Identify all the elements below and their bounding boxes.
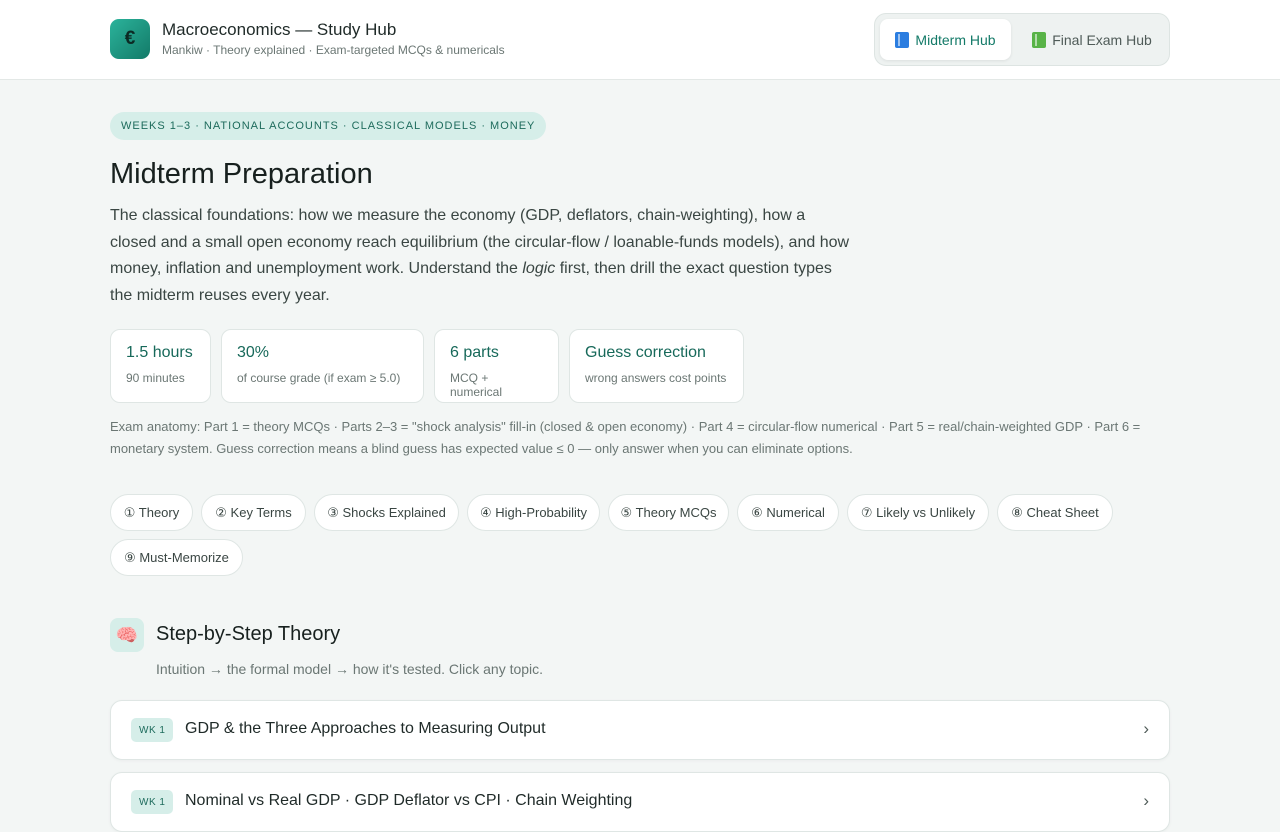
app-subtitle: Mankiw · Theory explained · Exam-targete… [162, 43, 505, 57]
nav-chip-theory-mcqs[interactable]: ⑤ Theory MCQs [608, 494, 729, 531]
brain-icon: 🧠 [110, 618, 144, 652]
stat-card-weight: 30% of course grade (if exam ≥ 5.0) [221, 329, 424, 403]
week-badge: WK 1 [131, 718, 174, 742]
intro-paragraph: The classical foundations: how we measur… [110, 203, 850, 309]
final-exam-hub-tab[interactable]: Final Exam Hub [1019, 19, 1165, 60]
stat-label: of course grade (if exam ≥ 5.0) [237, 371, 401, 385]
app-title: Macroeconomics — Study Hub [162, 20, 397, 39]
stat-label: 90 minutes [126, 371, 185, 385]
nav-chip-numerical[interactable]: ⑥ Numerical [737, 494, 839, 531]
nav-chip-likely-vs-unlikely[interactable]: ⑦ Likely vs Unlikely [847, 494, 989, 531]
stat-value: 1.5 hours [126, 344, 193, 361]
week-badge: WK 1 [131, 790, 174, 814]
topic-card[interactable]: WK 1 GDP & the Three Approaches to Measu… [110, 700, 1170, 760]
stat-value: 6 parts [450, 344, 499, 361]
chevron-right-icon: › [1143, 719, 1149, 738]
stat-value: Guess correction [585, 344, 706, 361]
euro-logo-icon: € [110, 19, 150, 59]
blue-book-icon [895, 31, 910, 48]
weeks-tag: WEEKS 1–3 · NATIONAL ACCOUNTS · CLASSICA… [110, 112, 547, 140]
nav-chip-high-probability[interactable]: ④ High-Probability [467, 494, 600, 531]
stat-label: MCQ + numerical [450, 371, 503, 399]
intro-emphasis: logic [522, 260, 556, 278]
page-title: Midterm Preparation [110, 158, 373, 190]
topic-title: Nominal vs Real GDP · GDP Deflator vs CP… [185, 792, 633, 809]
top-bar: € Macroeconomics — Study Hub Mankiw · Th… [0, 0, 1280, 80]
nav-chip-shocks-explained[interactable]: ③ Shocks Explained [314, 494, 459, 531]
stat-label: wrong answers cost points [585, 371, 727, 385]
stat-card-duration: 1.5 hours 90 minutes [110, 329, 211, 403]
stat-value: 30% [237, 344, 270, 361]
nav-chip-must-memorize[interactable]: ⑨ Must-Memorize [110, 539, 243, 576]
section-subtitle: Intuition → the formal model → how it's … [156, 661, 544, 677]
section-title: Step-by-Step Theory [156, 623, 341, 645]
nav-chip-theory[interactable]: ① Theory [110, 494, 193, 531]
topic-title: GDP & the Three Approaches to Measuring … [185, 720, 546, 737]
final-exam-hub-label: Final Exam Hub [1052, 31, 1152, 48]
exam-anatomy-note: Exam anatomy: Part 1 = theory MCQs · Par… [110, 419, 1141, 456]
nav-chip-cheat-sheet[interactable]: ⑧ Cheat Sheet [997, 494, 1113, 531]
midterm-hub-label: Midterm Hub [915, 31, 996, 48]
stat-card-parts: 6 parts MCQ + numerical [434, 329, 559, 403]
topic-card[interactable]: WK 1 Nominal vs Real GDP · GDP Deflator … [110, 772, 1170, 832]
stat-card-guess-correction: Guess correction wrong answers cost poin… [569, 329, 744, 403]
green-book-icon [1032, 31, 1047, 48]
midterm-hub-tab[interactable]: Midterm Hub [880, 19, 1011, 60]
chevron-right-icon: › [1143, 791, 1149, 810]
hub-switcher: Midterm Hub Final Exam Hub [874, 13, 1170, 66]
nav-chip-key-terms[interactable]: ② Key Terms [201, 494, 306, 531]
